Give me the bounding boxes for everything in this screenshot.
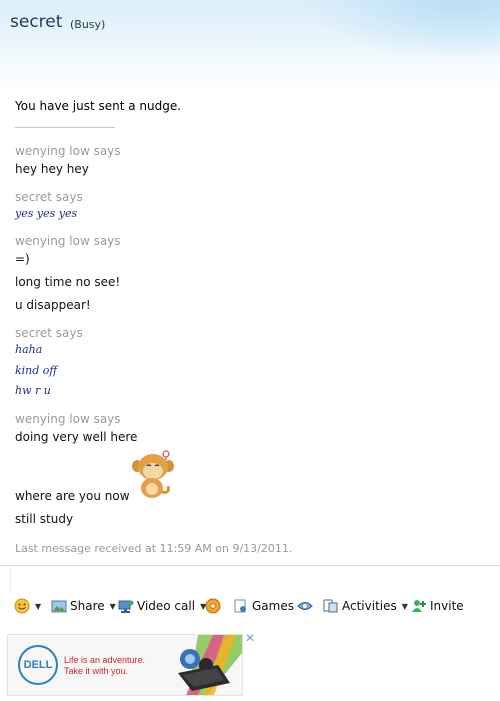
invite-label: Invite [430, 599, 464, 613]
dell-logo: DELL [18, 645, 58, 685]
message-text: hey hey hey [15, 162, 89, 176]
message-text: hw r u [15, 384, 51, 397]
activities-label: Activities [342, 599, 397, 613]
sender-label: secret says [15, 190, 83, 204]
activities-button[interactable]: Activities ▼ [323, 596, 408, 616]
laptop-image [178, 635, 242, 695]
message-text: haha [15, 343, 43, 356]
contact-name[interactable]: secret [10, 12, 62, 32]
chevron-down-icon: ▼ [35, 601, 42, 611]
close-icon[interactable]: ✕ [245, 631, 255, 645]
message-text: doing very well here [15, 430, 138, 444]
contact-status: (Busy) [70, 18, 106, 31]
share-icon [51, 600, 67, 613]
invite-button[interactable]: Invite [411, 596, 464, 616]
input-edge [0, 566, 11, 591]
message-text: yes yes yes [15, 207, 78, 220]
message-text: where are you now [15, 489, 130, 503]
games-button[interactable]: Games [233, 596, 294, 616]
chevron-down-icon: ▼ [401, 601, 408, 611]
message-text: kind off [15, 364, 58, 377]
message-text: =) [15, 252, 30, 266]
activities-icon [323, 599, 338, 613]
header-glow [300, 0, 500, 60]
message-text: still study [15, 512, 74, 526]
sender-label: wenying low says [15, 144, 121, 158]
emoticon-icon [14, 598, 30, 614]
conversation-toolbar: ▼ Share ▼ Video call ▼ Games Activities … [0, 593, 500, 619]
last-message-timestamp: Last message received at 11:59 AM on 9/1… [15, 542, 293, 555]
advertisement-banner[interactable]: DELL Life is an adventure. Take it with … [7, 634, 243, 696]
conversation-header: secret (Busy) [0, 0, 500, 90]
video-call-label: Video call [137, 599, 196, 613]
message-input-area[interactable] [0, 565, 500, 591]
invite-icon [412, 600, 426, 612]
video-call-icon [118, 600, 134, 613]
sender-label: wenying low says [15, 412, 121, 426]
share-label: Share [70, 599, 105, 613]
ad-tagline-line2: Take it with you. [64, 666, 129, 676]
nudge-icon [297, 602, 313, 610]
games-icon [234, 599, 246, 613]
nudge-button[interactable] [297, 596, 313, 616]
share-button[interactable]: Share ▼ [51, 596, 116, 616]
nudge-notice: You have just sent a nudge. [15, 99, 182, 113]
sender-label: wenying low says [15, 234, 121, 248]
winks-button[interactable] [205, 596, 221, 616]
emoticon-button[interactable]: ▼ [14, 596, 41, 616]
games-label: Games [252, 599, 294, 613]
video-call-button[interactable]: Video call ▼ [118, 596, 206, 616]
monkey-emoticon [132, 450, 174, 498]
chevron-down-icon: ▼ [109, 601, 116, 611]
message-text: u disappear! [15, 298, 91, 312]
sender-label: secret says [15, 326, 83, 340]
ad-tagline: Life is an adventure. Take it with you. [64, 655, 145, 677]
ad-tagline-line1: Life is an adventure. [64, 655, 146, 665]
message-text: long time no see! [15, 275, 121, 289]
separator [15, 127, 115, 128]
winks-icon [205, 598, 221, 614]
